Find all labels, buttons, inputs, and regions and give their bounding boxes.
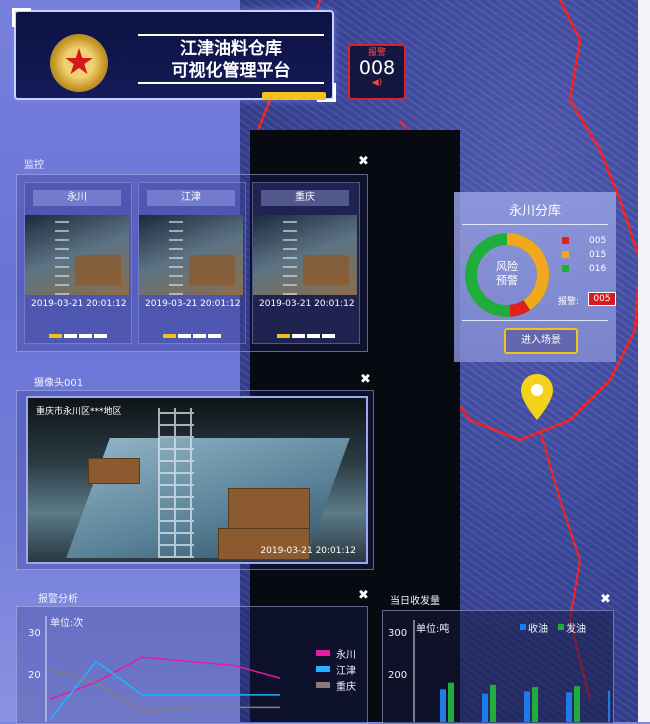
legend-item: 005 — [562, 236, 606, 246]
page-indicator[interactable] — [163, 323, 223, 342]
divider — [462, 224, 608, 225]
camera-feed — [253, 215, 357, 295]
legend-send-label: 发油 — [566, 622, 586, 635]
legend-item: 015 — [562, 250, 606, 260]
title-line-1: 江津油料仓库 — [180, 39, 282, 59]
legend-label: 江津 — [336, 665, 356, 677]
camera-feed — [25, 215, 129, 295]
camera-feed — [139, 215, 243, 295]
series-line-1 — [49, 656, 281, 700]
bar-send — [448, 682, 454, 722]
camera-name: 江津 — [147, 190, 235, 206]
crate — [88, 458, 140, 484]
y-tick-label: 200 — [388, 670, 407, 681]
alarm-counter[interactable]: 报警 008 ◀) — [348, 44, 406, 100]
close-icon[interactable]: ✖ — [600, 592, 611, 607]
y-tick-label: 20 — [28, 670, 41, 681]
window-edge — [638, 0, 650, 722]
daily-volume-bar-chart: 单位:吨 300 200 收油 发油 — [388, 620, 610, 722]
alarm-line-chart: 单位:次 30 20 永川江津重庆 — [28, 616, 356, 722]
legend-label: 重庆 — [336, 680, 356, 693]
legend-swatch — [316, 682, 330, 688]
legend-swatch-send — [558, 624, 564, 630]
legend-swatch-red — [562, 237, 569, 244]
legend-swatch-receive — [520, 624, 526, 630]
bar-send — [532, 687, 538, 722]
warehouse-name: 永川分库 — [508, 204, 561, 219]
camera-timestamp: 2019-03-21 20:01:12 — [259, 299, 355, 309]
chart-unit-label: 单位:吨 — [416, 622, 449, 635]
alarm-counter-value: 008 — [358, 57, 396, 79]
crate — [228, 488, 310, 530]
monitor-panel-title: 监控 — [24, 160, 44, 171]
title-divider — [138, 34, 324, 36]
legend-swatch — [316, 650, 330, 656]
legend-label: 永川 — [336, 648, 356, 661]
y-tick-label: 30 — [28, 628, 41, 639]
enter-scene-button[interactable]: 进入场景 — [504, 328, 578, 354]
camera-thumb-jiangjin[interactable]: 江津 2019-03-21 20:01:12 — [138, 182, 246, 344]
camera-thumb-chongqing[interactable]: 重庆 2019-03-21 20:01:12 — [252, 182, 360, 344]
legend-swatch-orange — [562, 251, 569, 258]
camera-name: 永川 — [33, 190, 121, 206]
speaker-icon: ◀) — [371, 78, 383, 88]
legend-value: 016 — [589, 264, 607, 274]
legend-swatch — [316, 666, 330, 672]
camera-timestamp: 2019-03-21 20:01:12 — [31, 299, 127, 309]
page-title: 江津油料仓库 可视化管理平台 — [136, 38, 326, 82]
ring-label-line-1: 风险 — [496, 260, 518, 273]
alarm-label: 报警: — [558, 297, 580, 307]
location-pin-icon[interactable] — [519, 372, 555, 424]
app-title-banner: ★ 江津油料仓库 可视化管理平台 — [12, 8, 336, 102]
title-divider — [138, 82, 324, 84]
emblem-logo: ★ — [50, 34, 108, 92]
bar-send — [490, 684, 496, 722]
legend-receive-label: 收油 — [528, 622, 548, 635]
camera-thumb-yongchuan[interactable]: 永川 2019-03-21 20:01:12 — [24, 182, 132, 344]
bar-send — [574, 686, 580, 722]
scaffold-rack — [158, 408, 194, 558]
star-icon: ★ — [62, 42, 96, 83]
close-icon[interactable]: ✖ — [358, 588, 369, 603]
legend-swatch-green — [562, 265, 569, 272]
ring-label-line-2: 预警 — [496, 274, 518, 287]
title-line-2: 可视化管理平台 — [171, 61, 291, 81]
bar-receive — [524, 691, 530, 722]
page-indicator[interactable] — [49, 323, 109, 342]
title-accent-bar — [262, 92, 326, 100]
legend-value: 015 — [589, 250, 607, 260]
legend-value: 005 — [589, 236, 607, 246]
camera-timestamp: 2019-03-21 20:01:12 — [145, 299, 241, 309]
camera-feed-large[interactable]: 重庆市永川区***地区 2019-03-21 20:01:12 — [26, 396, 368, 564]
corner-decoration — [12, 8, 31, 27]
ring-label: 风险 预警 — [468, 260, 546, 288]
camera-timestamp: 2019-03-21 20:01:12 — [260, 546, 356, 556]
y-tick-label: 300 — [388, 628, 407, 639]
close-icon[interactable]: ✖ — [360, 372, 371, 387]
divider — [462, 320, 608, 321]
bar-receive — [482, 693, 488, 722]
alarm-value-badge: 005 — [588, 292, 616, 306]
camera-panel-title: 摄像头001 — [34, 378, 84, 389]
bar-receive — [440, 689, 446, 722]
camera-location: 重庆市永川区***地区 — [36, 407, 122, 417]
daily-volume-title: 当日收发量 — [390, 596, 440, 607]
bar-receive — [566, 692, 572, 722]
camera-name: 重庆 — [261, 190, 349, 206]
chart-unit-label: 单位:次 — [50, 616, 83, 629]
series-line-2 — [49, 660, 280, 721]
alarm-analysis-title: 报警分析 — [38, 594, 78, 605]
close-icon[interactable]: ✖ — [358, 154, 369, 169]
legend-item: 016 — [562, 264, 606, 274]
bar-receive — [608, 690, 610, 722]
page-indicator[interactable] — [277, 323, 337, 342]
